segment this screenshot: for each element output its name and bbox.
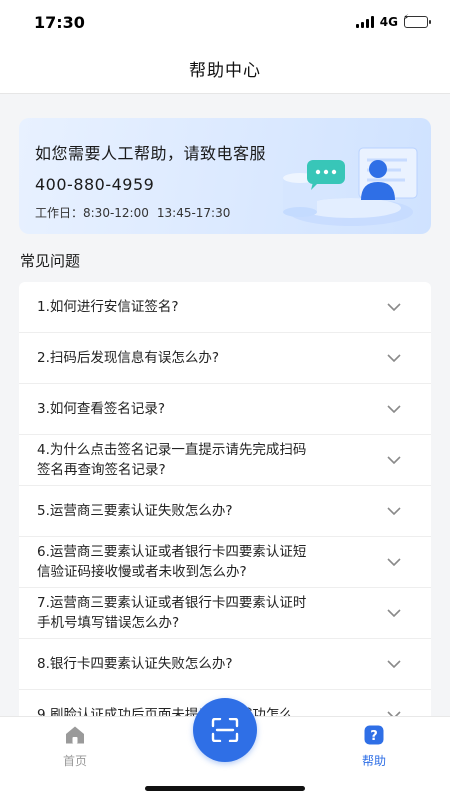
faq-question-line: 5.运营商三要素认证失败怎么办? bbox=[37, 503, 233, 519]
faq-question-line: 8.银行卡四要素认证失败怎么办? bbox=[37, 656, 233, 672]
faq-question-line: 2.扫码后发现信息有误怎么办? bbox=[37, 350, 220, 366]
faq-question-line: 4.为什么点击签名记录一直提示请先完成扫码 bbox=[37, 442, 307, 458]
faq-list: 1.如何进行安信证签名? 2.扫码后发现信息有误怎么办? 3.如何查看签名记录?… bbox=[19, 282, 431, 741]
faq-item-1[interactable]: 1.如何进行安信证签名? bbox=[19, 282, 431, 333]
customer-service-banner: 如您需要人工帮助，请致电客服 400-880-4959 工作日：8:30-12:… bbox=[19, 118, 431, 234]
working-hours-morning: 工作日：8:30-12:00 bbox=[35, 206, 149, 220]
tab-help-label: 帮助 bbox=[361, 754, 386, 768]
faq-item-5[interactable]: 5.运营商三要素认证失败怎么办? bbox=[19, 486, 431, 537]
scan-button[interactable] bbox=[193, 698, 257, 762]
faq-heading: 常见问题 bbox=[20, 252, 81, 270]
faq-question: 8.银行卡四要素认证失败怎么办? bbox=[37, 654, 233, 674]
faq-item-3[interactable]: 3.如何查看签名记录? bbox=[19, 384, 431, 435]
faq-item-4[interactable]: 4.为什么点击签名记录一直提示请先完成扫码 签名再查询签名记录? bbox=[19, 435, 431, 486]
faq-question-line: 3.如何查看签名记录? bbox=[37, 401, 166, 417]
banner-title: 如您需要人工帮助，请致电客服 bbox=[35, 144, 267, 163]
banner-text: 如您需要人工帮助，请致电客服 400-880-4959 工作日：8:30-12:… bbox=[35, 140, 266, 221]
tab-home[interactable]: 首页 bbox=[45, 725, 105, 769]
chevron-down-icon bbox=[387, 660, 401, 668]
tab-home-label: 首页 bbox=[62, 754, 87, 768]
chevron-down-icon bbox=[387, 354, 401, 362]
faq-question: 1.如何进行安信证签名? bbox=[37, 297, 179, 317]
working-hours: 工作日：8:30-12:00 13:45-17:30 bbox=[35, 204, 266, 221]
service-phone-number[interactable]: 400-880-4959 bbox=[35, 175, 266, 194]
faq-item-7[interactable]: 7.运营商三要素认证或者银行卡四要素认证时 手机号填写错误怎么办? bbox=[19, 588, 431, 639]
status-indicators: 4G ⚡ bbox=[355, 14, 431, 29]
home-indicator bbox=[145, 786, 305, 791]
chevron-down-icon bbox=[387, 507, 401, 515]
home-icon bbox=[66, 726, 84, 744]
page-title: 帮助中心 bbox=[189, 61, 261, 81]
tab-help[interactable]: ? 帮助 bbox=[344, 725, 404, 769]
faq-item-8[interactable]: 8.银行卡四要素认证失败怎么办? bbox=[19, 639, 431, 690]
network-type: 4G bbox=[379, 15, 398, 29]
scan-icon bbox=[211, 718, 239, 742]
faq-question-line: 1.如何进行安信证签名? bbox=[37, 299, 179, 315]
faq-question: 2.扫码后发现信息有误怎么办? bbox=[37, 348, 219, 368]
status-bar: 17:30 4G ⚡ bbox=[0, 0, 450, 44]
faq-question-line: 7.运营商三要素认证或者银行卡四要素认证时 bbox=[37, 595, 307, 611]
faq-item-6[interactable]: 6.运营商三要素认证或者银行卡四要素认证短 信验证码接收慢或者未收到怎么办? bbox=[19, 537, 431, 588]
navigation-bar: 帮助中心 bbox=[0, 44, 450, 94]
chevron-down-icon bbox=[387, 405, 401, 413]
faq-question: 6.运营商三要素认证或者银行卡四要素认证短 信验证码接收慢或者未收到怎么办? bbox=[37, 542, 306, 582]
faq-item-2[interactable]: 2.扫码后发现信息有误怎么办? bbox=[19, 333, 431, 384]
working-hours-afternoon: 13:45-17:30 bbox=[156, 206, 231, 220]
customer-service-illustration bbox=[283, 147, 418, 226]
status-time: 17:30 bbox=[34, 12, 85, 32]
faq-question-line: 手机号填写错误怎么办? bbox=[37, 615, 180, 631]
help-icon: ? bbox=[364, 725, 384, 745]
signal-icon bbox=[355, 16, 374, 28]
faq-question: 4.为什么点击签名记录一直提示请先完成扫码 签名再查询签名记录? bbox=[37, 440, 306, 480]
battery-icon: ⚡ bbox=[403, 14, 431, 28]
chevron-down-icon bbox=[387, 303, 401, 311]
faq-question-line: 签名再查询签名记录? bbox=[37, 462, 166, 478]
faq-question: 5.运营商三要素认证失败怎么办? bbox=[37, 501, 233, 521]
svg-text:?: ? bbox=[370, 729, 378, 744]
faq-question: 3.如何查看签名记录? bbox=[37, 399, 165, 419]
faq-question-line: 6.运营商三要素认证或者银行卡四要素认证短 bbox=[37, 544, 307, 560]
chevron-down-icon bbox=[387, 609, 401, 617]
chevron-down-icon bbox=[387, 558, 401, 566]
faq-question-line: 信验证码接收慢或者未收到怎么办? bbox=[37, 564, 247, 580]
chevron-down-icon bbox=[387, 456, 401, 464]
faq-question: 7.运营商三要素认证或者银行卡四要素认证时 手机号填写错误怎么办? bbox=[37, 593, 306, 633]
